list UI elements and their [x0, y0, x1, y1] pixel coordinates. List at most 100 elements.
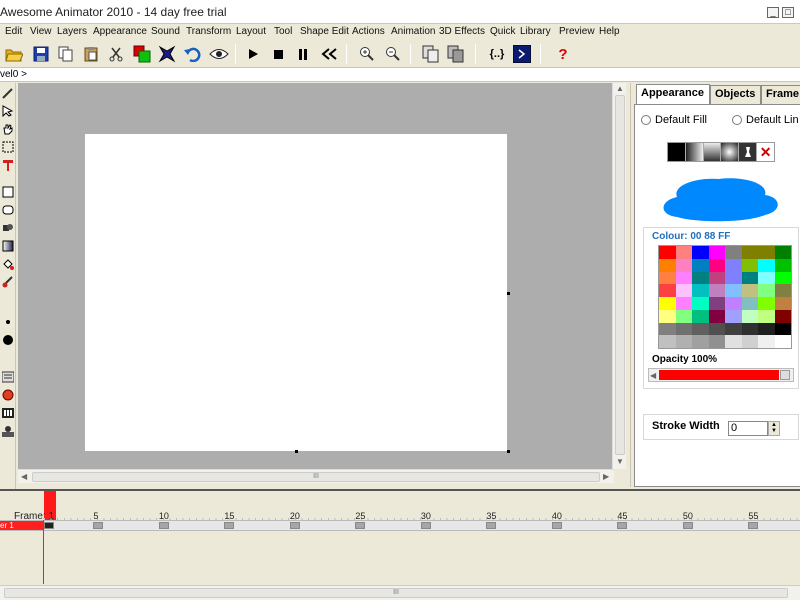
vertical-gradient-icon[interactable] [703, 143, 722, 161]
film-strip-icon[interactable] [1, 406, 14, 419]
palette-swatch[interactable] [758, 297, 775, 310]
palette-swatch[interactable] [692, 309, 709, 323]
palette-swatch[interactable] [725, 258, 742, 272]
menu-help[interactable]: Help [599, 26, 620, 37]
text-tool-icon[interactable] [1, 158, 14, 171]
palette-swatch[interactable] [659, 335, 676, 348]
menu-preview[interactable]: Preview [559, 26, 595, 37]
frame-cell-marker[interactable] [617, 522, 628, 529]
stroke-width-stepper[interactable]: ▲ ▼ [768, 421, 780, 436]
gradient-tool-icon[interactable] [1, 239, 14, 252]
menu-3d-effects[interactable]: 3D Effects [439, 26, 485, 37]
palette-swatch[interactable] [741, 284, 758, 297]
palette-swatch[interactable] [692, 258, 709, 272]
timeline-scroll-thumb[interactable]: III [4, 588, 788, 598]
palette-swatch[interactable] [758, 335, 775, 348]
brush-tool-icon[interactable] [1, 275, 14, 288]
palette-swatch[interactable] [758, 246, 775, 259]
menu-sound[interactable]: Sound [151, 26, 180, 37]
palette-swatch[interactable] [659, 258, 676, 272]
cut-icon[interactable] [106, 44, 126, 64]
maximize-icon[interactable]: □ [782, 7, 794, 18]
palette-swatch[interactable] [741, 309, 758, 323]
palette-swatch[interactable] [725, 271, 742, 285]
stage-canvas[interactable] [85, 134, 507, 451]
palette-swatch[interactable] [725, 335, 742, 348]
palette-swatch[interactable] [675, 322, 692, 336]
palette-swatch[interactable] [675, 297, 692, 310]
copy-icon[interactable] [56, 44, 76, 64]
menu-quick[interactable]: Quick [490, 26, 516, 37]
palette-swatch[interactable] [774, 246, 791, 259]
palette-swatch[interactable] [692, 297, 709, 310]
resize-handle-bottom[interactable] [295, 450, 298, 453]
palette-swatch[interactable] [692, 322, 709, 336]
palette-swatch[interactable] [675, 271, 692, 285]
undo-icon[interactable] [183, 44, 203, 64]
rounded-rectangle-tool-icon[interactable] [1, 203, 14, 216]
script-braces-icon[interactable]: {..} [485, 44, 509, 64]
opacity-slider-thumb[interactable] [780, 370, 790, 380]
pause-icon[interactable] [293, 44, 313, 64]
scroll-up-icon[interactable]: ▲ [616, 84, 624, 93]
palette-swatch[interactable] [741, 271, 758, 285]
palette-swatch[interactable] [659, 322, 676, 336]
tab-objects[interactable]: Objects [710, 85, 761, 104]
palette-swatch[interactable] [758, 258, 775, 272]
palette-swatch[interactable] [725, 246, 742, 259]
resize-handle-right[interactable] [507, 292, 510, 295]
frame-cell-marker[interactable] [289, 522, 300, 529]
layer-name[interactable]: er 1 [0, 521, 44, 530]
paint-bucket-icon[interactable] [1, 257, 14, 270]
timeline-horizontal-scrollbar[interactable]: III [0, 585, 800, 600]
paste-icon[interactable] [81, 44, 101, 64]
text-field-tool-icon[interactable] [1, 370, 14, 383]
opacity-slider[interactable]: ◀ [648, 368, 794, 382]
palette-swatch[interactable] [675, 309, 692, 323]
menu-layout[interactable]: Layout [236, 26, 266, 37]
menu-tool[interactable]: Tool [274, 26, 292, 37]
palette-swatch[interactable] [741, 335, 758, 348]
menu-edit[interactable]: Edit [5, 26, 22, 37]
scroll-right-icon[interactable]: ▶ [603, 472, 609, 481]
palette-swatch[interactable] [774, 297, 791, 310]
tab-appearance[interactable]: Appearance [636, 84, 710, 105]
pencil-tool-icon[interactable] [1, 86, 14, 99]
menu-library[interactable]: Library [520, 26, 551, 37]
scroll-left-icon[interactable]: ◀ [21, 472, 27, 481]
palette-swatch[interactable] [741, 297, 758, 310]
palette-swatch[interactable] [708, 309, 725, 323]
transform-icon[interactable] [157, 44, 177, 64]
fill-color-icon[interactable] [132, 44, 152, 64]
slider-left-icon[interactable]: ◀ [650, 371, 656, 380]
frame-cell-marker[interactable] [486, 522, 497, 529]
linear-gradient-icon[interactable] [685, 143, 704, 161]
palette-swatch[interactable] [758, 309, 775, 323]
palette-swatch[interactable] [675, 246, 692, 259]
frame-cell-marker[interactable] [682, 522, 693, 529]
menu-animation[interactable]: Animation [391, 26, 435, 37]
palette-swatch[interactable] [692, 271, 709, 285]
palette-swatch[interactable] [774, 271, 791, 285]
palette-swatch[interactable] [725, 309, 742, 323]
palette-swatch[interactable] [725, 322, 742, 336]
sound-clip-icon[interactable] [1, 388, 14, 401]
stage-horizontal-scrollbar[interactable]: ◀ III ▶ [18, 469, 614, 483]
palette-swatch[interactable] [659, 271, 676, 285]
palette-swatch[interactable] [708, 297, 725, 310]
palette-swatch[interactable] [692, 335, 709, 348]
palette-swatch[interactable] [659, 309, 676, 323]
small-dot-icon[interactable] [1, 315, 14, 328]
palette-swatch[interactable] [708, 258, 725, 272]
svg-import-icon[interactable] [1, 424, 14, 437]
help-icon[interactable]: ? [553, 44, 573, 64]
palette-swatch[interactable] [659, 284, 676, 297]
menu-shape-edit[interactable]: Shape Edit [300, 26, 349, 37]
default-fill-radio[interactable]: Default Fill [641, 114, 707, 126]
palette-swatch[interactable] [774, 335, 791, 348]
rectangle-tool-icon[interactable] [1, 185, 14, 198]
palette-swatch[interactable] [741, 246, 758, 259]
duplicate-icon[interactable] [421, 44, 441, 64]
palette-swatch[interactable] [758, 284, 775, 297]
palette-swatch[interactable] [692, 284, 709, 297]
